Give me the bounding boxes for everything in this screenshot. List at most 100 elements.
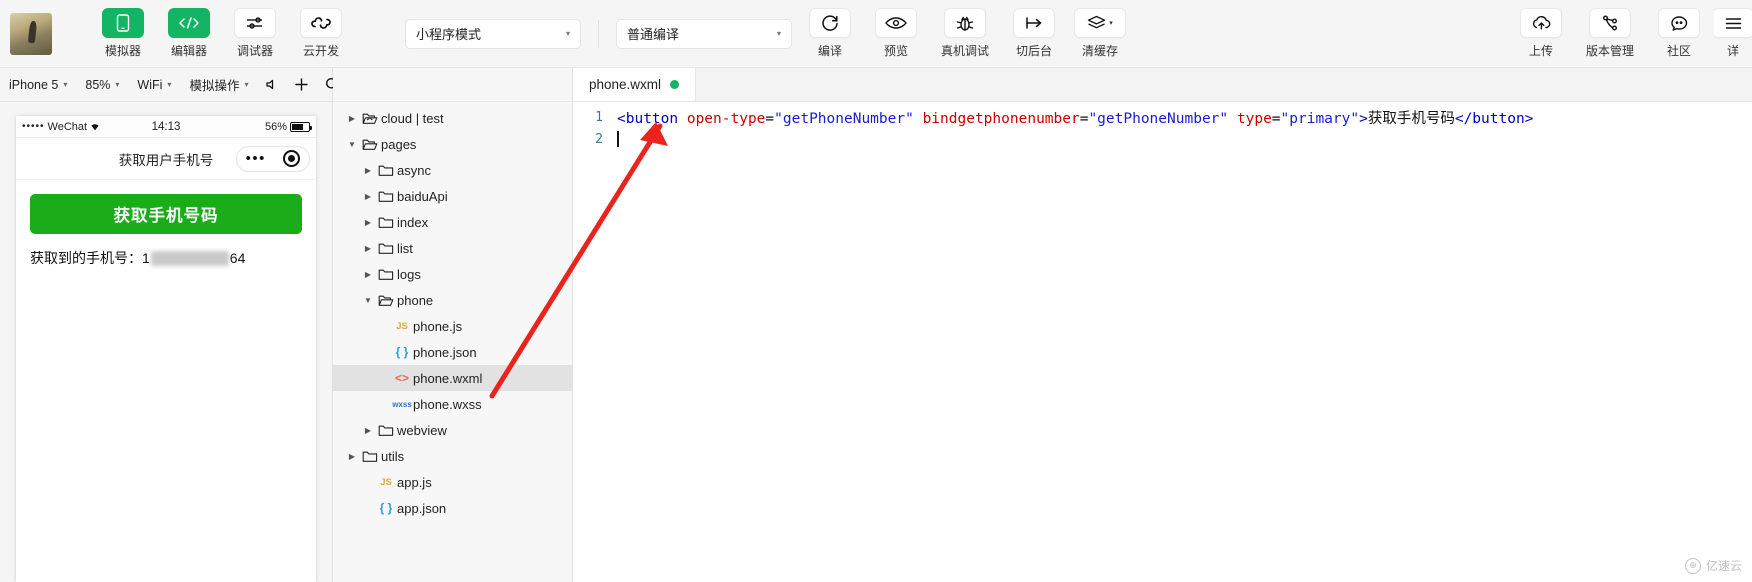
device-select[interactable]: iPhone 5 ▾	[0, 68, 76, 101]
zoom-select[interactable]: 85% ▾	[76, 68, 128, 101]
toolbar-item-compile[interactable]: 编译	[799, 8, 861, 59]
chevron-right-icon[interactable]: ▶	[345, 452, 359, 461]
file-type-icon: { }	[391, 345, 413, 359]
tree-item-index[interactable]: ▶ index	[333, 209, 572, 235]
tree-item-pages[interactable]: ▼ pages	[333, 131, 572, 157]
folder-open-icon	[359, 138, 381, 151]
chevron-right-icon[interactable]: ▶	[345, 114, 359, 123]
refresh-icon	[809, 8, 851, 38]
toolbar-item-debugger[interactable]: 调试器	[224, 8, 286, 59]
tree-item-label: app.json	[397, 500, 447, 516]
file-tree-panel: ▶ cloud | test ▼ pages ▶ async ▶ baiduApi ▶ index…	[333, 68, 573, 582]
toolbar-item-preview[interactable]: 预览	[865, 8, 927, 59]
get-phone-number-button[interactable]: 获取手机号码	[30, 194, 302, 234]
chevron-right-icon[interactable]: ▶	[361, 270, 375, 279]
more-icon: •••	[245, 149, 266, 167]
tree-item-webview[interactable]: ▶ webview	[333, 417, 572, 443]
toolbar-label: 编译	[817, 44, 842, 58]
chevron-right-icon[interactable]: ▶	[361, 192, 375, 201]
chevron-right-icon[interactable]: ▶	[361, 218, 375, 227]
chevron-down-icon[interactable]: ▼	[361, 296, 375, 305]
tree-item-logs[interactable]: ▶ logs	[333, 261, 572, 287]
code-content	[617, 131, 619, 147]
tree-item-label: app.js	[397, 474, 432, 490]
code-token-tag: <button	[617, 110, 679, 127]
tree-item-phone.js[interactable]: JS phone.js	[333, 313, 572, 339]
toolbar-item-simulator[interactable]: 模拟器	[92, 8, 154, 59]
file-tree-list[interactable]: ▶ cloud | test ▼ pages ▶ async ▶ baiduApi ▶ index…	[333, 102, 572, 582]
tree-item-baiduapi[interactable]: ▶ baiduApi	[333, 183, 572, 209]
file-type-icon: wxss	[391, 400, 413, 409]
tree-item-cloud---test[interactable]: ▶ cloud | test	[333, 105, 572, 131]
phone-nav-bar: 获取用户手机号 •••	[16, 138, 316, 180]
watermark-text: 亿速云	[1705, 559, 1742, 573]
watermark: ⊕ 亿速云	[1684, 557, 1742, 574]
tree-item-list[interactable]: ▶ list	[333, 235, 572, 261]
code-token-attr: bindgetphonenumber	[922, 110, 1080, 127]
toolbar-item-upload[interactable]: 上传	[1510, 8, 1572, 59]
volume-icon[interactable]	[257, 78, 286, 91]
toolbar-item-cloud-dev[interactable]: 云开发	[290, 8, 352, 59]
code-token-text: 获取手机号码	[1367, 110, 1455, 127]
toolbar-item-community[interactable]: 社区	[1648, 8, 1710, 59]
capsule-menu[interactable]: •••	[236, 145, 310, 172]
folder-icon	[375, 164, 397, 177]
tree-item-label: phone.wxss	[413, 396, 482, 412]
tree-item-phone[interactable]: ▼ phone	[333, 287, 572, 313]
branch-icon	[1589, 8, 1631, 38]
eye-icon	[875, 8, 917, 38]
chevron-down-icon: ▾	[167, 80, 172, 89]
editor-panel: phone.wxml 1 <button open-type="getPhoneN…	[573, 68, 1752, 582]
toolbar-item-background[interactable]: 切后台	[1003, 8, 1065, 59]
file-type-icon: JS	[391, 321, 413, 332]
toolbar-label: 云开发	[302, 44, 339, 58]
code-icon	[168, 8, 210, 38]
folder-icon	[375, 268, 397, 281]
simulator-toolbar: iPhone 5 ▾ 85% ▾ WiFi ▾ 模拟操作 ▾	[0, 68, 435, 102]
project-mode-select-wrap: 小程序模式 ▾	[400, 18, 586, 49]
network-select[interactable]: WiFi ▾	[128, 68, 180, 101]
chevron-right-icon[interactable]: ▶	[361, 244, 375, 253]
tree-item-app.js[interactable]: JS app.js	[333, 469, 572, 495]
project-avatar[interactable]	[10, 12, 52, 55]
code-token-str: "getPhoneNumber"	[1088, 110, 1229, 127]
compile-mode-select[interactable]: 普通编译 ▾	[616, 18, 792, 49]
toolbar-item-real-device-debug[interactable]: 真机调试	[931, 8, 999, 59]
cloud-dev-icon	[300, 8, 342, 38]
chevron-right-icon[interactable]: ▶	[361, 166, 375, 175]
file-type-icon: { }	[375, 501, 397, 515]
project-mode-value: 小程序模式	[416, 27, 482, 42]
tree-item-label: baiduApi	[397, 188, 448, 204]
plus-icon[interactable]	[286, 77, 317, 92]
tree-item-label: utils	[381, 448, 405, 464]
toolbar-item-clear-cache[interactable]: ▾ 清缓存	[1069, 8, 1131, 59]
layers-icon: ▾	[1074, 8, 1126, 38]
tree-item-phone.json[interactable]: { } phone.json	[333, 339, 572, 365]
simulate-action-select[interactable]: 模拟操作 ▾	[180, 68, 257, 101]
wxss-file-icon: wxss	[392, 399, 412, 409]
tab-label: phone.wxml	[589, 77, 662, 92]
tree-item-phone.wxss[interactable]: wxss phone.wxss	[333, 391, 572, 417]
toolbar-item-details[interactable]: 详	[1714, 8, 1752, 59]
chevron-down-icon[interactable]: ▼	[345, 140, 359, 149]
toolbar-item-editor[interactable]: 编辑器	[158, 8, 220, 59]
code-line[interactable]: 2	[573, 128, 1752, 150]
tree-item-app.json[interactable]: { } app.json	[333, 495, 572, 521]
globe-icon: ⊕	[1684, 557, 1701, 574]
toolbar-item-version-control[interactable]: 版本管理	[1576, 8, 1644, 59]
chevron-right-icon[interactable]: ▶	[361, 426, 375, 435]
tree-item-async[interactable]: ▶ async	[333, 157, 572, 183]
code-line[interactable]: 1 <button open-type="getPhoneNumber" bind…	[573, 106, 1752, 128]
masked-number	[150, 250, 229, 266]
simulate-value: 模拟操作	[189, 79, 240, 93]
tree-item-utils[interactable]: ▶ utils	[333, 443, 572, 469]
code-editor[interactable]: 1 <button open-type="getPhoneNumber" bind…	[573, 102, 1752, 582]
tab-phone-wxml[interactable]: phone.wxml	[573, 68, 697, 101]
project-mode-select[interactable]: 小程序模式 ▾	[405, 18, 581, 49]
toolbar-label: 编辑器	[170, 44, 207, 58]
tree-item-label: phone.json	[413, 344, 477, 360]
chevron-down-icon: ▾	[565, 29, 570, 38]
compile-mode-value: 普通编译	[627, 27, 680, 42]
chevron-down-icon: ▾	[115, 80, 120, 89]
tree-item-phone.wxml[interactable]: <> phone.wxml	[333, 365, 572, 391]
